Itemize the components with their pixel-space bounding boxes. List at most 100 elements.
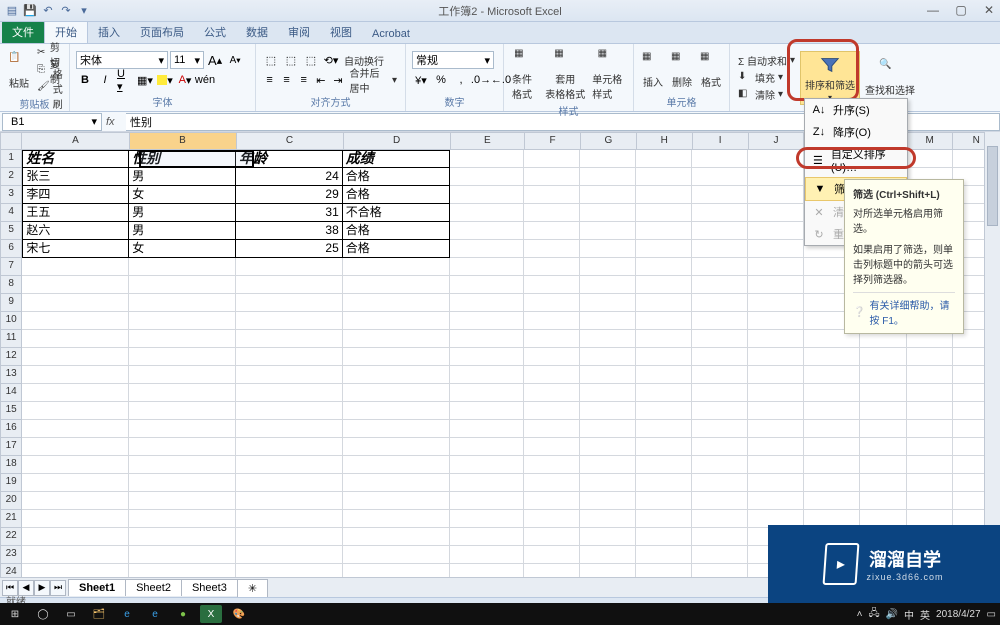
column-header-D[interactable]: D	[344, 132, 451, 150]
cell-E17[interactable]	[450, 438, 524, 456]
cell-G16[interactable]	[580, 420, 636, 438]
cell-A21[interactable]	[22, 510, 129, 528]
close-button[interactable]: ✕	[980, 2, 998, 18]
merge-center-button[interactable]: 合并后居中▾	[347, 72, 399, 88]
cell-G13[interactable]	[580, 366, 636, 384]
cell-G14[interactable]	[580, 384, 636, 402]
cell-G18[interactable]	[580, 456, 636, 474]
cell-A15[interactable]	[22, 402, 129, 420]
row-header-23[interactable]: 23	[0, 546, 22, 564]
align-bottom-button[interactable]: ⬚	[302, 51, 320, 69]
cell-E5[interactable]	[450, 222, 524, 240]
cell-H4[interactable]	[636, 204, 692, 222]
cell-E13[interactable]	[450, 366, 524, 384]
cell-D6[interactable]: 合格	[343, 240, 450, 258]
cell-I15[interactable]	[692, 402, 748, 420]
cell-I3[interactable]	[692, 186, 748, 204]
cell-G1[interactable]	[580, 150, 636, 168]
cell-C8[interactable]	[236, 276, 343, 294]
cell-F9[interactable]	[524, 294, 580, 312]
cell-I18[interactable]	[692, 456, 748, 474]
cell-G9[interactable]	[580, 294, 636, 312]
cell-G3[interactable]	[580, 186, 636, 204]
save-icon[interactable]: 💾	[22, 3, 38, 19]
cell-J2[interactable]	[748, 168, 804, 186]
cell-H15[interactable]	[636, 402, 692, 420]
cell-I10[interactable]	[692, 312, 748, 330]
cell-B9[interactable]	[129, 294, 236, 312]
row-header-4[interactable]: 4	[0, 204, 22, 222]
sheet-nav-prev[interactable]: ◀	[18, 580, 34, 596]
cell-D17[interactable]	[343, 438, 450, 456]
cell-I9[interactable]	[692, 294, 748, 312]
cell-J13[interactable]	[748, 366, 804, 384]
border-button[interactable]: ▦▾	[136, 71, 154, 89]
cell-G11[interactable]	[580, 330, 636, 348]
cell-I5[interactable]	[692, 222, 748, 240]
cell-J17[interactable]	[748, 438, 804, 456]
cell-M16[interactable]	[907, 420, 954, 438]
cell-I20[interactable]	[692, 492, 748, 510]
cell-C22[interactable]	[236, 528, 343, 546]
cell-C3[interactable]: 29	[236, 186, 343, 204]
cell-D23[interactable]	[343, 546, 450, 564]
sheet-tab-1[interactable]: Sheet1	[68, 579, 126, 596]
indent-dec-button[interactable]: ⇤	[313, 71, 328, 89]
cell-K16[interactable]	[804, 420, 860, 438]
cell-B11[interactable]	[129, 330, 236, 348]
cell-F17[interactable]	[524, 438, 580, 456]
cell-B20[interactable]	[129, 492, 236, 510]
cell-H8[interactable]	[636, 276, 692, 294]
comma-button[interactable]: ,	[452, 71, 470, 89]
cell-D14[interactable]	[343, 384, 450, 402]
cell-L19[interactable]	[860, 474, 907, 492]
cell-B22[interactable]	[129, 528, 236, 546]
cell-I11[interactable]	[692, 330, 748, 348]
menu-sort-asc[interactable]: A↓升序(S)	[805, 99, 907, 121]
cell-B19[interactable]	[129, 474, 236, 492]
paste-button[interactable]: 📋 粘贴	[6, 50, 32, 92]
new-sheet-button[interactable]: ✳	[237, 579, 268, 597]
cell-H2[interactable]	[636, 168, 692, 186]
cell-F5[interactable]	[524, 222, 580, 240]
cell-M19[interactable]	[907, 474, 954, 492]
cell-E20[interactable]	[450, 492, 524, 510]
cell-D12[interactable]	[343, 348, 450, 366]
cell-L16[interactable]	[860, 420, 907, 438]
cell-A1[interactable]: 姓名	[22, 150, 129, 168]
cell-E2[interactable]	[450, 168, 524, 186]
cell-C15[interactable]	[236, 402, 343, 420]
redo-icon[interactable]: ↷	[58, 3, 74, 19]
cell-B23[interactable]	[129, 546, 236, 564]
sheet-nav-first[interactable]: ⏮	[2, 580, 18, 596]
cell-K15[interactable]	[804, 402, 860, 420]
row-header-9[interactable]: 9	[0, 294, 22, 312]
row-header-19[interactable]: 19	[0, 474, 22, 492]
cell-G15[interactable]	[580, 402, 636, 420]
tab-insert[interactable]: 插入	[88, 21, 130, 43]
cell-B7[interactable]	[129, 258, 236, 276]
cell-I22[interactable]	[692, 528, 748, 546]
cell-H7[interactable]	[636, 258, 692, 276]
insert-cells-button[interactable]: ▦插入	[640, 49, 666, 91]
cell-F13[interactable]	[524, 366, 580, 384]
tray-net-icon[interactable]: 🖧	[868, 606, 879, 623]
align-center-button[interactable]: ≡	[279, 71, 294, 89]
cell-D1[interactable]: 成绩	[343, 150, 450, 168]
cell-H3[interactable]	[636, 186, 692, 204]
cell-B15[interactable]	[129, 402, 236, 420]
row-header-20[interactable]: 20	[0, 492, 22, 510]
start-button[interactable]: ⊞	[4, 605, 26, 623]
cell-B13[interactable]	[129, 366, 236, 384]
currency-button[interactable]: ¥▾	[412, 71, 430, 89]
cell-B18[interactable]	[129, 456, 236, 474]
row-header-2[interactable]: 2	[0, 168, 22, 186]
tab-formulas[interactable]: 公式	[194, 21, 236, 43]
align-middle-button[interactable]: ⬚	[282, 51, 300, 69]
cell-B3[interactable]: 女	[129, 186, 236, 204]
cell-H20[interactable]	[636, 492, 692, 510]
delete-cells-button[interactable]: ▦删除	[669, 49, 695, 91]
cell-J18[interactable]	[748, 456, 804, 474]
cell-I8[interactable]	[692, 276, 748, 294]
align-left-button[interactable]: ≡	[262, 71, 277, 89]
